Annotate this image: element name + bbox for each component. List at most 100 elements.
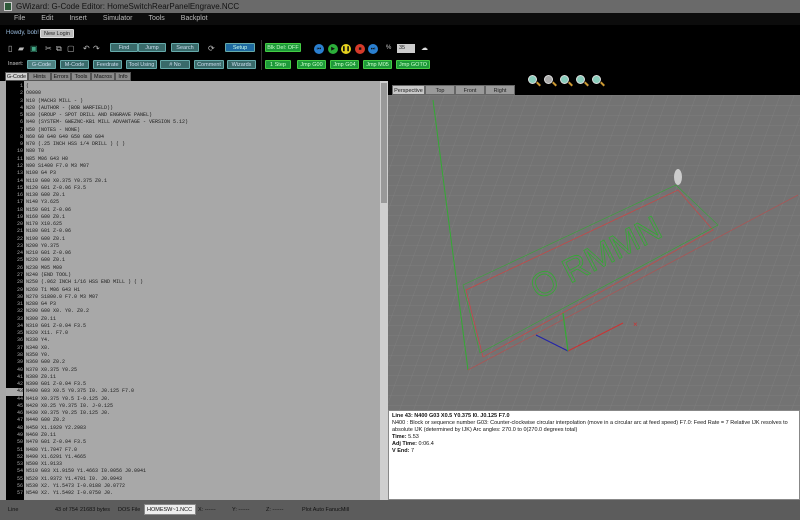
code-line[interactable]: 30 N270 S1800.0 F7.0 M3 M07 xyxy=(0,294,380,301)
tab-tools[interactable]: Tools xyxy=(71,72,91,81)
paste-icon[interactable]: ▢ xyxy=(67,44,75,53)
insert-wizards-button[interactable]: Wizards xyxy=(227,60,256,69)
code-line[interactable]: 18 N150 G01 Z-0.06 xyxy=(0,207,380,214)
refresh-icon[interactable]: ⟳ xyxy=(208,44,215,53)
code-line[interactable]: 22 N190 G00 Z0.1 xyxy=(0,236,380,243)
code-line[interactable]: 7 N50 (NOTES - NONE) xyxy=(0,127,380,134)
code-line[interactable]: 26 N230 M05 M09 xyxy=(0,265,380,272)
stop-button[interactable]: ■ xyxy=(355,44,365,54)
menu-file[interactable]: File xyxy=(6,13,33,25)
code-line[interactable]: 25 N220 G00 Z0.1 xyxy=(0,257,380,264)
code-line[interactable]: 55 N520 X1.9372 Y1.4701 I0. J0.0943 xyxy=(0,476,380,483)
jump-goto-button[interactable]: Jmp GOTO xyxy=(396,60,430,69)
insert-gcode-button[interactable]: G-Code xyxy=(27,60,56,69)
code-line[interactable]: 54 N510 G03 X1.9159 Y1.4663 I0.0056 J0.09… xyxy=(0,468,380,475)
rewind-button[interactable]: ⏮ xyxy=(314,44,324,54)
cut-icon[interactable]: ✂ xyxy=(45,44,52,53)
setup-button[interactable]: Setup xyxy=(225,43,255,52)
dos-filename-field[interactable]: HOMESW~1.NCC xyxy=(144,504,196,515)
code-line[interactable]: 33 N300 Z0.11 xyxy=(0,316,380,323)
code-line[interactable]: 1( xyxy=(0,83,380,90)
jump-button[interactable]: Jump xyxy=(138,43,166,52)
jump-m05-button[interactable]: Jmp M05 xyxy=(363,60,392,69)
code-line[interactable]: 13 N100 G4 P3 xyxy=(0,170,380,177)
code-line[interactable]: 49 N460 Z0.11 xyxy=(0,432,380,439)
code-line[interactable]: 11 N85 M06 G43 H0 xyxy=(0,156,380,163)
code-line[interactable]: 53 N500 X1.9133 xyxy=(0,461,380,468)
code-line[interactable]: 12 N90 S1400 F7.0 M3 M07 xyxy=(0,163,380,170)
code-line[interactable]: 40 N370 X0.375 Y0.25 xyxy=(0,367,380,374)
insert-number-button[interactable]: # No xyxy=(160,60,190,69)
code-line[interactable]: 4 N20 (AUTHOR - (BOB WARFIELD)) xyxy=(0,105,380,112)
code-line[interactable]: 34 N310 G01 Z-0.04 F3.5 xyxy=(0,323,380,330)
code-line[interactable]: 46 N430 X0.375 Y0.25 I0.125 J0. xyxy=(0,410,380,417)
code-line[interactable]: 47 N440 G00 Z0.2 xyxy=(0,417,380,424)
tab-macros[interactable]: Macros xyxy=(91,72,115,81)
zoom-fit-icon[interactable] xyxy=(528,75,537,84)
view-tab-top[interactable]: Top xyxy=(425,85,455,95)
pause-button[interactable]: ❚❚ xyxy=(341,44,351,54)
undo-icon[interactable]: ↶ xyxy=(83,44,90,53)
3d-backplot-view[interactable]: O RMMN × xyxy=(388,95,800,410)
save-icon[interactable]: ▣ xyxy=(30,44,38,53)
menu-edit[interactable]: Edit xyxy=(33,13,61,25)
code-line[interactable]: 29 N260 T1 M06 G43 H1 xyxy=(0,287,380,294)
editor-scrollbar[interactable] xyxy=(380,81,388,500)
code-line[interactable]: 42 N390 G01 Z-0.04 F3.5 xyxy=(0,381,380,388)
tab-errors[interactable]: Errors xyxy=(51,72,71,81)
new-login-button[interactable]: New Login xyxy=(40,29,74,38)
gcode-editor[interactable]: 1(2 O0000 3 N10 (MACH3 MILL - ) 4 N20 (AUTHOR… xyxy=(0,81,380,500)
code-line[interactable]: 39 N360 G00 Z0.2 xyxy=(0,359,380,366)
code-line[interactable]: 24 N210 G01 Z-0.06 xyxy=(0,250,380,257)
zoom-in-icon[interactable] xyxy=(560,75,569,84)
block-delete-toggle[interactable]: Blk Del: OFF xyxy=(265,43,301,52)
code-line[interactable]: 31 N280 G4 P3 xyxy=(0,301,380,308)
new-file-icon[interactable]: ▯ xyxy=(8,44,12,53)
jump-g00-button[interactable]: Jmp G00 xyxy=(297,60,326,69)
code-line[interactable]: 20 N170 X10.625 xyxy=(0,221,380,228)
code-line[interactable]: 35 N320 X11. F7.0 xyxy=(0,330,380,337)
code-line[interactable]: 32 N290 G00 X0. Y0. Z0.2 xyxy=(0,308,380,315)
code-line[interactable]: 23 N200 Y0.375 xyxy=(0,243,380,250)
find-button[interactable]: Find xyxy=(110,43,138,52)
code-line[interactable]: 41 N380 Z0.11 xyxy=(0,374,380,381)
insert-tool-using-button[interactable]: Tool Using xyxy=(126,60,157,69)
zoom-window-icon[interactable] xyxy=(592,75,601,84)
code-line[interactable]: 52 N490 X1.6291 Y1.4665 xyxy=(0,454,380,461)
code-line[interactable]: 37 N340 X0. xyxy=(0,345,380,352)
single-step-button[interactable]: 1 Step xyxy=(265,60,291,69)
code-line[interactable]: 45 N420 X0.25 Y0.375 I0. J-0.125 xyxy=(0,403,380,410)
scrollbar-thumb[interactable] xyxy=(381,83,387,203)
view-tab-right[interactable]: Right xyxy=(485,85,515,95)
play-button[interactable]: ▶ xyxy=(328,44,338,54)
code-line[interactable]: 36 N330 Y4. xyxy=(0,337,380,344)
insert-feedrate-button[interactable]: Feedrate xyxy=(93,60,122,69)
code-line[interactable]: 43 N400 G03 X0.5 Y0.375 I0. J0.125 F7.0 xyxy=(0,388,380,396)
search-button[interactable]: Search xyxy=(171,43,199,52)
tab-info[interactable]: Info xyxy=(115,72,131,81)
code-line[interactable]: 28 N250 (.062 INCH 1/16 HSS END MILL ) ( … xyxy=(0,279,380,286)
code-line[interactable]: 5 N30 (GROUP - SPOT DRILL AND ENGRAVE PAN… xyxy=(0,112,380,119)
code-line[interactable]: 17 N140 Y3.625 xyxy=(0,199,380,206)
code-line[interactable]: 16 N130 G00 Z0.1 xyxy=(0,192,380,199)
code-line[interactable]: 27 N240 (END TOOL) xyxy=(0,272,380,279)
code-line[interactable]: 51 N480 Y1.7047 F7.0 xyxy=(0,447,380,454)
code-line[interactable]: 44 N410 X0.375 Y0.5 I-0.125 J0. xyxy=(0,396,380,403)
code-line[interactable]: 9 N70 (.25 INCH HSS 1/4 DRILL ) ( ) xyxy=(0,141,380,148)
code-line[interactable]: 57 N540 X2. Y1.5492 I-0.0750 J0. xyxy=(0,490,380,497)
insert-comment-button[interactable]: Comment xyxy=(194,60,224,69)
code-line[interactable]: 56 N530 X2. Y1.5473 I-0.0188 J0.0772 xyxy=(0,483,380,490)
code-line[interactable]: 6 N40 (SYSTEM- GWEZNC-KB1 MILL ADVANTAGE … xyxy=(0,119,380,126)
menu-tools[interactable]: Tools xyxy=(140,13,172,25)
redo-icon[interactable]: ↷ xyxy=(93,44,100,53)
code-line[interactable]: 21 N180 G01 Z-0.06 xyxy=(0,228,380,235)
code-line[interactable]: 38 N350 Y0. xyxy=(0,352,380,359)
speed-spinner[interactable]: 35 xyxy=(397,44,415,53)
code-line[interactable]: 19 N160 G00 Z0.1 xyxy=(0,214,380,221)
code-line[interactable]: 50 N470 G01 Z-0.04 F3.5 xyxy=(0,439,380,446)
view-tab-front[interactable]: Front xyxy=(455,85,485,95)
copy-icon[interactable]: ⧉ xyxy=(56,44,62,54)
code-line[interactable]: 3 N10 (MACH3 MILL - ) xyxy=(0,98,380,105)
code-line[interactable]: 48 N450 X1.1929 Y2.2983 xyxy=(0,425,380,432)
code-line[interactable]: 14 N110 G00 X0.375 Y0.375 Z0.1 xyxy=(0,178,380,185)
